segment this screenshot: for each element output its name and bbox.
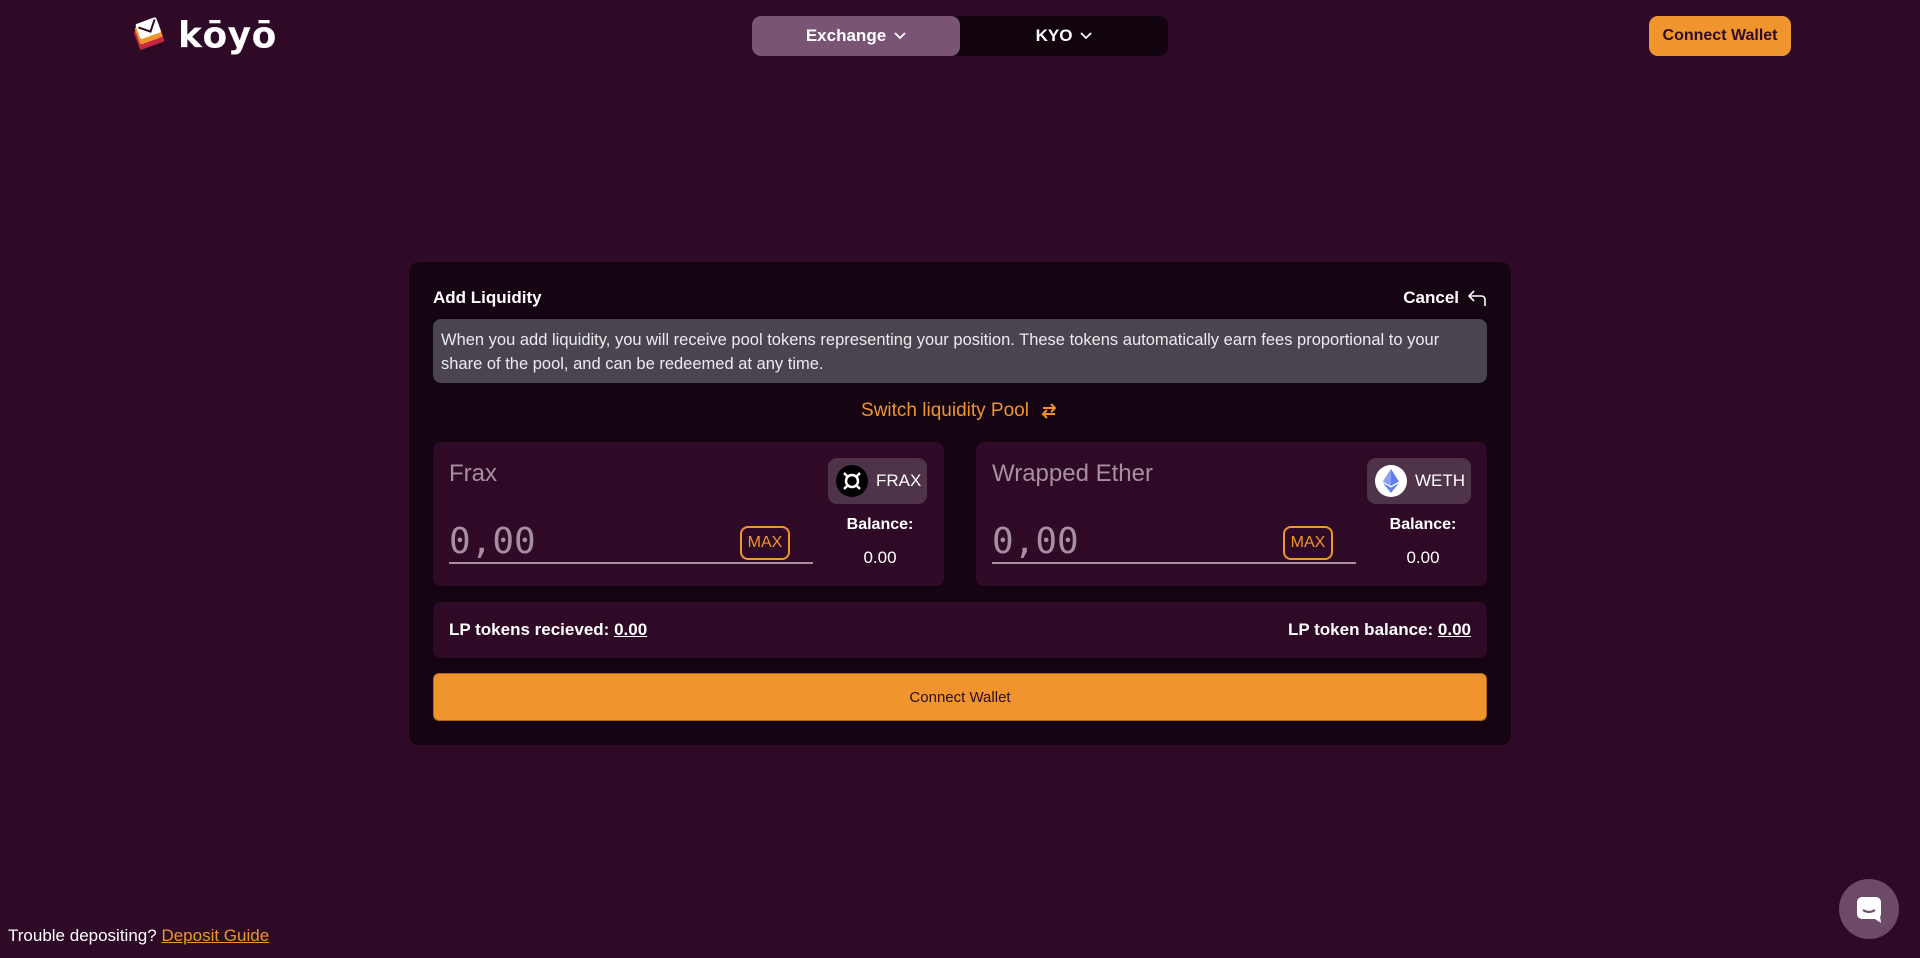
card-title: Add Liquidity (433, 288, 542, 307)
nav-exchange-label: Exchange (805, 26, 887, 45)
lp-received-label: LP tokens recieved: (449, 620, 610, 639)
lp-balance-label: LP token balance: (1287, 620, 1434, 639)
return-arrow-icon (1467, 290, 1486, 306)
switch-pool-label: Switch liquidity Pool (861, 400, 1029, 421)
nav-exchange-button[interactable]: Exchange (752, 16, 960, 56)
token-name: Wrapped Ether (992, 460, 1153, 487)
logo[interactable]: kōyō (128, 14, 277, 58)
ethereum-icon (1375, 465, 1407, 497)
chevron-down-icon (1080, 32, 1093, 40)
chat-icon (1857, 897, 1881, 923)
token-name: Frax (449, 460, 497, 487)
balance-value: 0.00 (1406, 548, 1440, 567)
token-select-weth[interactable]: WETH (1367, 458, 1471, 504)
connect-wallet-button[interactable]: Connect Wallet (433, 673, 1487, 721)
token-symbol: WETH (1415, 471, 1466, 490)
frax-max-button[interactable]: MAX (740, 526, 790, 560)
switch-liquidity-pool-button[interactable]: Switch liquidity Pool (409, 400, 1511, 422)
swap-arrows-icon (1041, 403, 1057, 419)
token-select-frax[interactable]: FRAX (828, 458, 927, 504)
lp-received: LP tokens recieved: 0.00 (449, 620, 647, 640)
add-liquidity-card: Add Liquidity Cancel When you add liquid… (409, 262, 1511, 745)
balance-label: Balance: (846, 516, 914, 533)
token-panel-frax: Frax FRAX MAX Balance: 0.00 (433, 442, 944, 586)
lp-info-bar: LP tokens recieved: 0.00 LP token balanc… (433, 602, 1487, 658)
cancel-label: Cancel (1403, 288, 1459, 307)
logo-text: kōyō (178, 15, 277, 56)
koyo-logo-icon (133, 17, 165, 50)
info-box: When you add liquidity, you will receive… (433, 319, 1487, 383)
token-panel-weth: Wrapped Ether WETH MAX Balance: 0.00 (976, 442, 1487, 586)
lp-balance-value: 0.00 (1437, 620, 1471, 639)
frax-icon (836, 465, 868, 497)
balance-label: Balance: (1389, 516, 1457, 533)
lp-balance: LP token balance: 0.00 (1288, 620, 1471, 640)
nav-kyo-label: KYO (1035, 26, 1073, 45)
connect-wallet-header-button[interactable]: Connect Wallet (1649, 16, 1791, 56)
weth-max-button[interactable]: MAX (1283, 526, 1333, 560)
deposit-help: Trouble depositing? Deposit Guide (8, 926, 269, 946)
chevron-down-icon (894, 32, 906, 40)
token-symbol: FRAX (876, 471, 922, 490)
help-text: Trouble depositing? (8, 926, 157, 945)
deposit-guide-link[interactable]: Deposit Guide (161, 926, 269, 945)
cancel-button[interactable]: Cancel (1403, 288, 1487, 308)
chat-launcher-button[interactable] (1839, 879, 1899, 939)
page: kōyō Exchange KYO Connect Wallet Add Liq… (0, 0, 1920, 958)
balance-value: 0.00 (863, 548, 897, 567)
nav-kyo-button[interactable]: KYO (960, 16, 1168, 56)
lp-received-value: 0.00 (614, 620, 648, 639)
nav-switch: Exchange KYO (752, 16, 1168, 56)
